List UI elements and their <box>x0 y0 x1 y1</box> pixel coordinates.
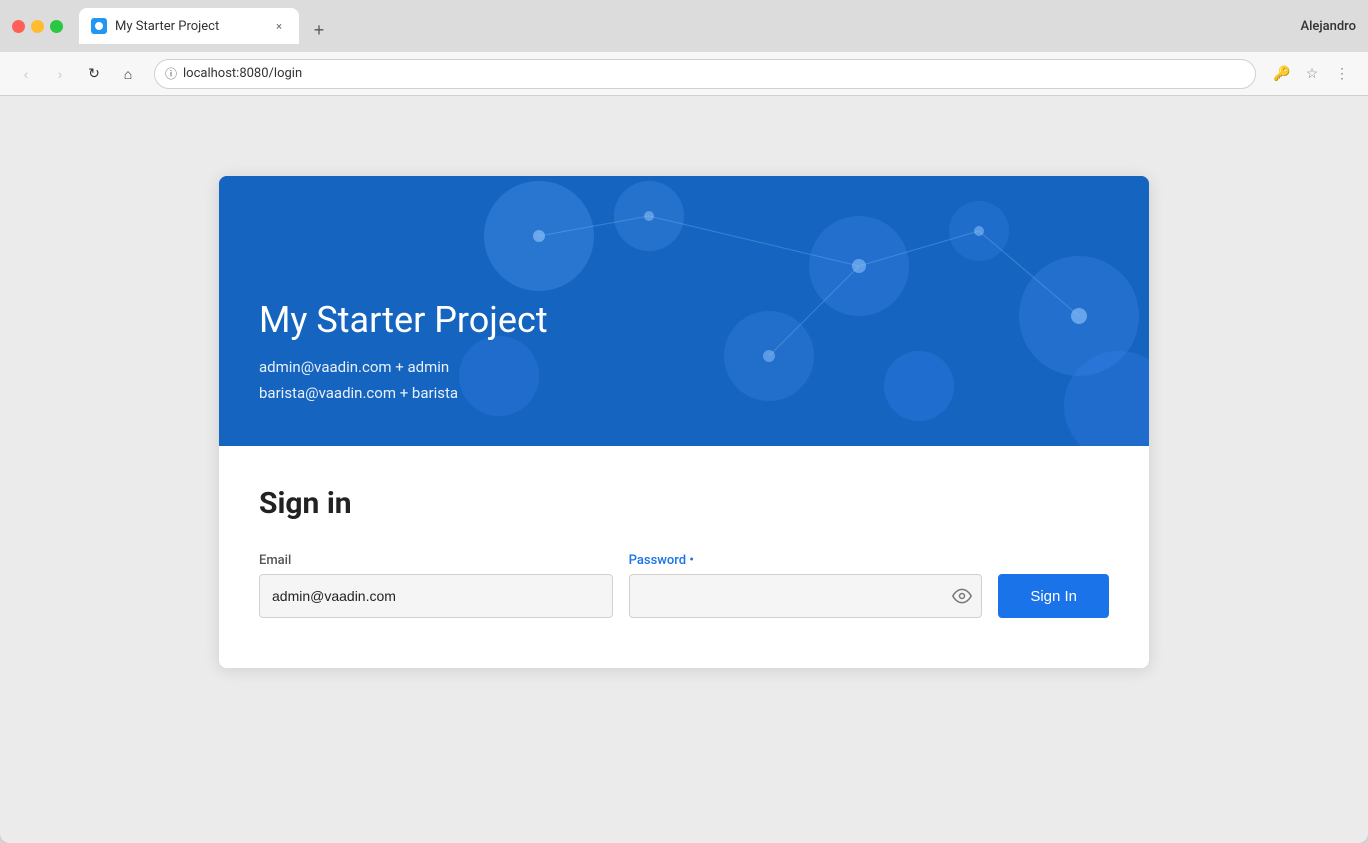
active-tab[interactable]: My Starter Project × <box>79 8 299 44</box>
tab-title: My Starter Project <box>115 19 263 34</box>
browser-frame: My Starter Project × + Alejandro ‹ › ↻ ⌂… <box>0 0 1368 843</box>
user-label: Alejandro <box>1300 19 1356 34</box>
forward-button[interactable]: › <box>46 60 74 88</box>
password-field-group: Password <box>629 553 983 618</box>
eye-icon <box>952 586 972 606</box>
traffic-light-yellow[interactable] <box>31 20 44 33</box>
hero-hints: admin@vaadin.com + admin barista@vaadin.… <box>259 355 1109 406</box>
login-card: My Starter Project admin@vaadin.com + ad… <box>219 176 1149 668</box>
hero-hint-line2: barista@vaadin.com + barista <box>259 381 1109 407</box>
hero-hint-line1: admin@vaadin.com + admin <box>259 355 1109 381</box>
email-field-group: Email <box>259 553 613 618</box>
email-label: Email <box>259 553 613 568</box>
password-label: Password <box>629 553 983 568</box>
traffic-lights <box>12 20 63 33</box>
tab-favicon <box>91 18 107 34</box>
traffic-light-red[interactable] <box>12 20 25 33</box>
form-section: Sign in Email Password <box>219 446 1149 668</box>
sign-in-heading: Sign in <box>259 486 1109 521</box>
page-content: My Starter Project admin@vaadin.com + ad… <box>0 96 1368 843</box>
title-bar: My Starter Project × + Alejandro <box>0 0 1368 52</box>
home-button[interactable]: ⌂ <box>114 60 142 88</box>
address-bar[interactable]: ⓘ localhost:8080/login <box>154 59 1256 89</box>
nav-right-buttons: 🔑 ☆ ⋮ <box>1268 60 1356 88</box>
new-tab-button[interactable]: + <box>305 16 333 44</box>
form-row: Email Password <box>259 553 1109 618</box>
hero-section: My Starter Project admin@vaadin.com + ad… <box>219 176 1149 446</box>
lock-icon: ⓘ <box>165 65 177 82</box>
hero-title: My Starter Project <box>259 299 1109 341</box>
password-manager-button[interactable]: 🔑 <box>1268 60 1296 88</box>
back-button[interactable]: ‹ <box>12 60 40 88</box>
bookmark-button[interactable]: ☆ <box>1298 60 1326 88</box>
password-input[interactable] <box>629 574 983 618</box>
menu-button[interactable]: ⋮ <box>1328 60 1356 88</box>
reload-button[interactable]: ↻ <box>80 60 108 88</box>
sign-in-button[interactable]: Sign In <box>998 574 1109 618</box>
traffic-light-green[interactable] <box>50 20 63 33</box>
tab-close-button[interactable]: × <box>271 18 287 34</box>
tab-bar: My Starter Project × + <box>79 8 1292 44</box>
email-input[interactable] <box>259 574 613 618</box>
toggle-password-button[interactable] <box>952 586 972 606</box>
nav-bar: ‹ › ↻ ⌂ ⓘ localhost:8080/login 🔑 ☆ ⋮ <box>0 52 1368 96</box>
password-wrapper <box>629 574 983 618</box>
url-display: localhost:8080/login <box>183 66 1245 81</box>
